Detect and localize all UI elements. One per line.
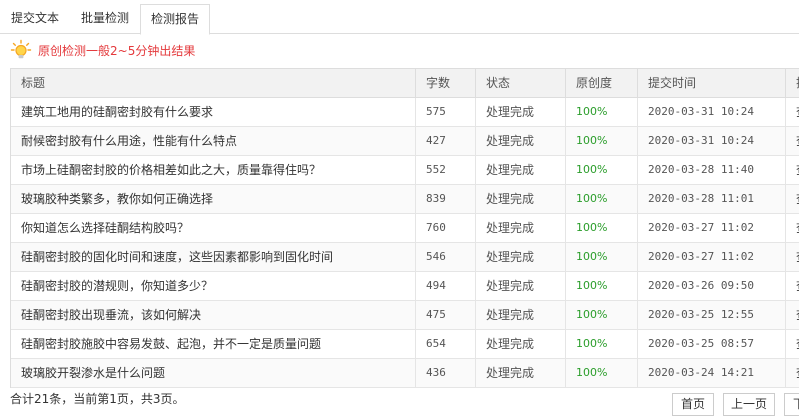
row-submit-time: 2020-03-26 09:50 xyxy=(638,272,786,300)
table-row: 玻璃胶开裂渗水是什么问题436处理完成100%2020-03-24 14:21查 xyxy=(11,359,799,388)
row-title: 硅酮密封胶的固化时间和速度，这些因素都影响到固化时间 xyxy=(11,243,416,271)
table-row: 耐候密封胶有什么用途，性能有什么特点 427 处理完成 100% 2020-03-31 … xyxy=(11,127,799,156)
row-title: 玻璃胶种类繁多，教你如何正确选择 xyxy=(11,185,416,213)
table-row: 硅酮密封胶的固化时间和速度，这些因素都影响到固化时间 546 处理完成 100% 202… xyxy=(11,243,799,272)
row-title: 市场上硅酮密封胶的价格相差如此之大，质量靠得住吗？ xyxy=(11,156,416,184)
row-word-count: 546 xyxy=(416,243,476,271)
tab-submit-text[interactable]: 提交文本 xyxy=(0,4,70,34)
row-originality: 100% xyxy=(566,243,638,271)
row-view-link[interactable]: 查 xyxy=(786,156,799,184)
row-status: 处理完成 xyxy=(476,185,566,213)
header-word-count: 字数 xyxy=(416,69,476,97)
notice-text: 原创检测一般2~5分钟出结果 xyxy=(38,43,196,58)
row-view-link[interactable]: 查 xyxy=(786,127,799,155)
row-word-count: 494 xyxy=(416,272,476,300)
row-originality: 100% xyxy=(566,98,638,126)
row-originality: 100% xyxy=(566,359,638,387)
row-view-link[interactable]: 查 xyxy=(786,330,799,358)
notice: 原创检测一般2~5分钟出结果 xyxy=(10,38,195,62)
row-view-link[interactable]: 查 xyxy=(786,185,799,213)
row-submit-time: 2020-03-24 14:21 xyxy=(638,359,786,387)
header-operation: 操 xyxy=(786,69,799,97)
table-row: 你知道怎么选择硅酮结构胶吗？ 760 处理完成 100% 2020-03-27 11:0… xyxy=(11,214,799,243)
row-originality: 100% xyxy=(566,127,638,155)
row-view-link[interactable]: 查 xyxy=(786,98,799,126)
row-status: 处理完成 xyxy=(476,272,566,300)
row-originality: 100% xyxy=(566,156,638,184)
row-status: 处理完成 xyxy=(476,98,566,126)
row-word-count: 427 xyxy=(416,127,476,155)
row-status: 处理完成 xyxy=(476,156,566,184)
row-title: 你知道怎么选择硅酮结构胶吗？ xyxy=(11,214,416,242)
tab-batch-check[interactable]: 批量检测 xyxy=(70,4,140,34)
row-submit-time: 2020-03-27 11:02 xyxy=(638,243,786,271)
row-title: 硅酮密封胶出现垂流，该如何解决 xyxy=(11,301,416,329)
row-title: 硅酮密封胶施胶中容易发鼓、起泡，并不一定是质量问题 xyxy=(11,330,416,358)
row-view-link[interactable]: 查 xyxy=(786,301,799,329)
row-view-link[interactable]: 查 xyxy=(786,243,799,271)
next-page-button[interactable]: 下 xyxy=(784,393,799,416)
table-row: 玻璃胶种类繁多，教你如何正确选择 839 处理完成 100% 2020-03-28 11… xyxy=(11,185,799,214)
row-status: 处理完成 xyxy=(476,301,566,329)
row-submit-time: 2020-03-28 11:01 xyxy=(638,185,786,213)
row-submit-time: 2020-03-28 11:40 xyxy=(638,156,786,184)
row-status: 处理完成 xyxy=(476,243,566,271)
row-originality: 100% xyxy=(566,185,638,213)
table-row: 市场上硅酮密封胶的价格相差如此之大，质量靠得住吗？ 552 处理完成 100% 2020… xyxy=(11,156,799,185)
row-status: 处理完成 xyxy=(476,330,566,358)
first-page-button[interactable]: 首页 xyxy=(672,393,714,416)
row-word-count: 839 xyxy=(416,185,476,213)
row-title: 耐候密封胶有什么用途，性能有什么特点 xyxy=(11,127,416,155)
row-originality: 100% xyxy=(566,214,638,242)
row-view-link[interactable]: 查 xyxy=(786,214,799,242)
row-submit-time: 2020-03-31 10:24 xyxy=(638,98,786,126)
table-row: 建筑工地用的硅酮密封胶有什么要求 575 处理完成 100% 2020-03-31 10… xyxy=(11,98,799,127)
prev-page-button[interactable]: 上一页 xyxy=(723,393,775,416)
row-originality: 100% xyxy=(566,272,638,300)
row-title: 玻璃胶开裂渗水是什么问题 xyxy=(11,359,416,387)
row-status: 处理完成 xyxy=(476,214,566,242)
row-submit-time: 2020-03-31 10:24 xyxy=(638,127,786,155)
row-title: 硅酮密封胶的潜规则，你知道多少？ xyxy=(11,272,416,300)
row-word-count: 654 xyxy=(416,330,476,358)
header-originality: 原创度 xyxy=(566,69,638,97)
table-row: 硅酮密封胶施胶中容易发鼓、起泡，并不一定是质量问题 654 处理完成 100% 2020… xyxy=(11,330,799,359)
report-table: 标题 字数 状态 原创度 提交时间 操 建筑工地用的硅酮密封胶有什么要求575处… xyxy=(10,68,799,388)
row-word-count: 436 xyxy=(416,359,476,387)
header-submit-time: 提交时间 xyxy=(638,69,786,97)
row-originality: 100% xyxy=(566,330,638,358)
row-view-link[interactable]: 查 xyxy=(786,359,799,387)
tab-check-report[interactable]: 检测报告 xyxy=(140,4,210,35)
lightbulb-icon xyxy=(10,39,32,59)
row-submit-time: 2020-03-27 11:02 xyxy=(638,214,786,242)
row-submit-time: 2020-03-25 12:55 xyxy=(638,301,786,329)
row-view-link[interactable]: 查 xyxy=(786,272,799,300)
row-submit-time: 2020-03-25 08:57 xyxy=(638,330,786,358)
row-word-count: 575 xyxy=(416,98,476,126)
row-status: 处理完成 xyxy=(476,127,566,155)
table-row: 硅酮密封胶出现垂流，该如何解决 475 处理完成 100% 2020-03-25 12:… xyxy=(11,301,799,330)
row-status: 处理完成 xyxy=(476,359,566,387)
row-title: 建筑工地用的硅酮密封胶有什么要求 xyxy=(11,98,416,126)
row-word-count: 760 xyxy=(416,214,476,242)
table-header-row: 标题 字数 状态 原创度 提交时间 操 xyxy=(11,69,799,98)
tab-bar: 提交文本 批量检测 检测报告 xyxy=(0,0,799,35)
row-word-count: 475 xyxy=(416,301,476,329)
header-status: 状态 xyxy=(476,69,566,97)
pagination-summary: 合计21条，当前第1页，共3页。 xyxy=(10,392,185,406)
table-row: 硅酮密封胶的潜规则，你知道多少？ 494 处理完成 100% 2020-03-26 09… xyxy=(11,272,799,301)
header-title: 标题 xyxy=(11,69,416,97)
row-originality: 100% xyxy=(566,301,638,329)
row-word-count: 552 xyxy=(416,156,476,184)
